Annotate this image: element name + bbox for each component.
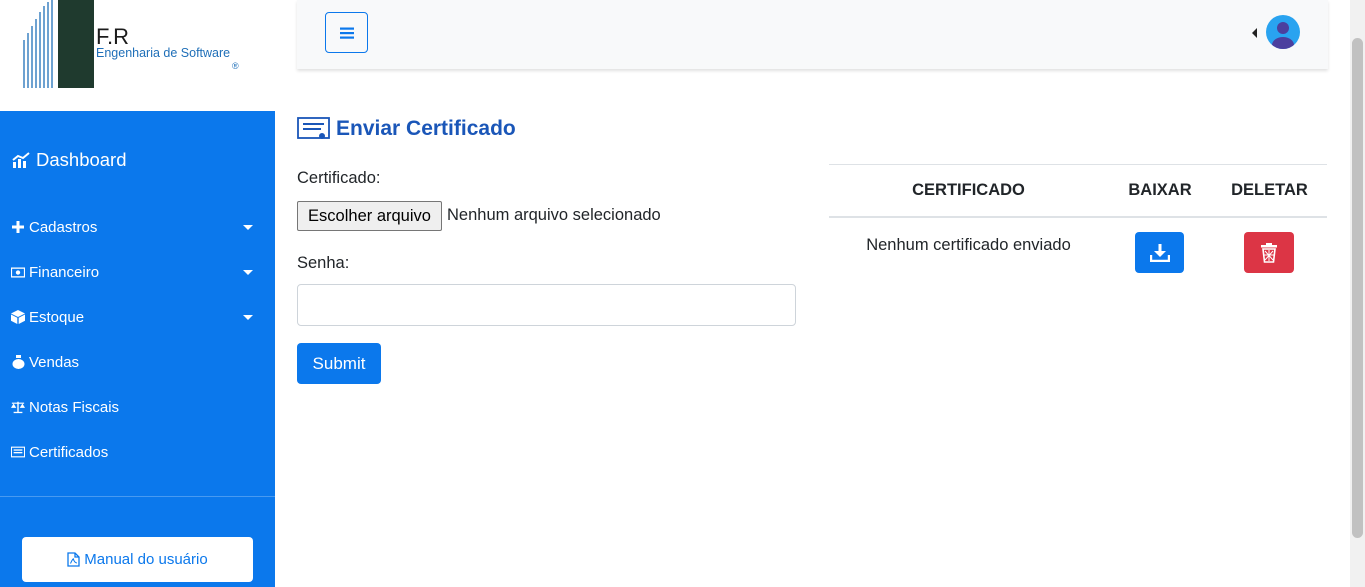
column-header-baixar: BAIXAR — [1128, 181, 1192, 199]
sidebar-item-label: Financeiro — [29, 263, 100, 281]
certificate-label: Certificado: — [297, 169, 381, 187]
delete-button[interactable] — [1244, 232, 1294, 273]
plus-icon — [11, 220, 25, 234]
sidebar-item-label: Vendas — [29, 353, 80, 371]
sidebar-item-label: Dashboard — [36, 149, 127, 170]
chevron-down-icon — [243, 315, 253, 320]
hamburger-icon — [339, 27, 354, 39]
certificate-icon — [297, 117, 330, 139]
brand-subtitle: Engenharia de Software — [96, 46, 231, 60]
sidebar-item-vendas[interactable]: Vendas — [11, 350, 265, 374]
sidebar-item-label: Estoque — [29, 308, 85, 326]
sidebar-item-certificados[interactable]: Certificados — [11, 440, 265, 464]
table-header-border — [829, 216, 1327, 218]
sidebar-item-dashboard[interactable]: Dashboard — [12, 149, 127, 171]
money-bag-icon — [11, 355, 25, 369]
sidebar-item-label: Cadastros — [29, 218, 98, 236]
certificate-icon — [11, 445, 25, 459]
column-header-deletar: DELETAR — [1231, 181, 1308, 199]
page-scrollbar[interactable] — [1350, 0, 1365, 587]
manual-button-label: Manual do usuário — [84, 551, 208, 568]
password-label: Senha: — [297, 254, 350, 272]
file-status-text: Nenhum arquivo selecionado — [447, 206, 661, 224]
user-avatar-icon[interactable] — [1266, 15, 1300, 49]
page-title: Enviar Certificado — [297, 117, 516, 141]
sidebar-item-financeiro[interactable]: Financeiro — [11, 260, 265, 284]
app-root: F.R Engenharia de Software ® Dashboard C… — [0, 0, 1365, 587]
topbar — [297, 0, 1328, 69]
box-icon — [11, 310, 25, 324]
choose-file-button[interactable]: Escolher arquivo — [297, 201, 442, 231]
chevron-down-icon — [243, 225, 253, 230]
sidebar-item-notas-fiscais[interactable]: Notas Fiscais — [11, 395, 265, 419]
page-title-text: Enviar Certificado — [336, 117, 516, 140]
brand-logo[interactable]: F.R Engenharia de Software ® — [0, 0, 275, 111]
sidebar-item-label: Notas Fiscais — [29, 398, 120, 416]
manual-button[interactable]: Manual do usuário — [22, 537, 253, 582]
download-icon — [1149, 243, 1170, 262]
sidebar-item-cadastros[interactable]: Cadastros — [11, 215, 265, 239]
sidebar-divider — [0, 496, 275, 497]
trash-icon — [1261, 242, 1277, 263]
scrollbar-thumb[interactable] — [1352, 38, 1363, 538]
balance-scale-icon — [11, 400, 25, 414]
column-header-certificado: CERTIFICADO — [912, 181, 1025, 199]
table-top-border — [829, 164, 1327, 165]
password-input[interactable] — [297, 284, 796, 326]
brand-registered-mark: ® — [232, 61, 239, 71]
money-bill-icon — [11, 265, 25, 279]
logo-building-shape — [58, 0, 94, 88]
sidebar-item-estoque[interactable]: Estoque — [11, 305, 265, 329]
chevron-down-icon — [243, 270, 253, 275]
chart-line-icon — [12, 152, 30, 168]
pdf-file-icon — [67, 552, 80, 567]
submit-button[interactable]: Submit — [297, 343, 381, 384]
caret-left-icon[interactable] — [1252, 28, 1257, 38]
download-button[interactable] — [1135, 232, 1184, 273]
sidebar-toggle-button[interactable] — [325, 12, 368, 53]
sidebar: Dashboard Cadastros Financeiro Estoque V… — [0, 111, 275, 587]
sidebar-item-label: Certificados — [29, 443, 109, 461]
empty-table-message: Nenhum certificado enviado — [866, 236, 1071, 254]
